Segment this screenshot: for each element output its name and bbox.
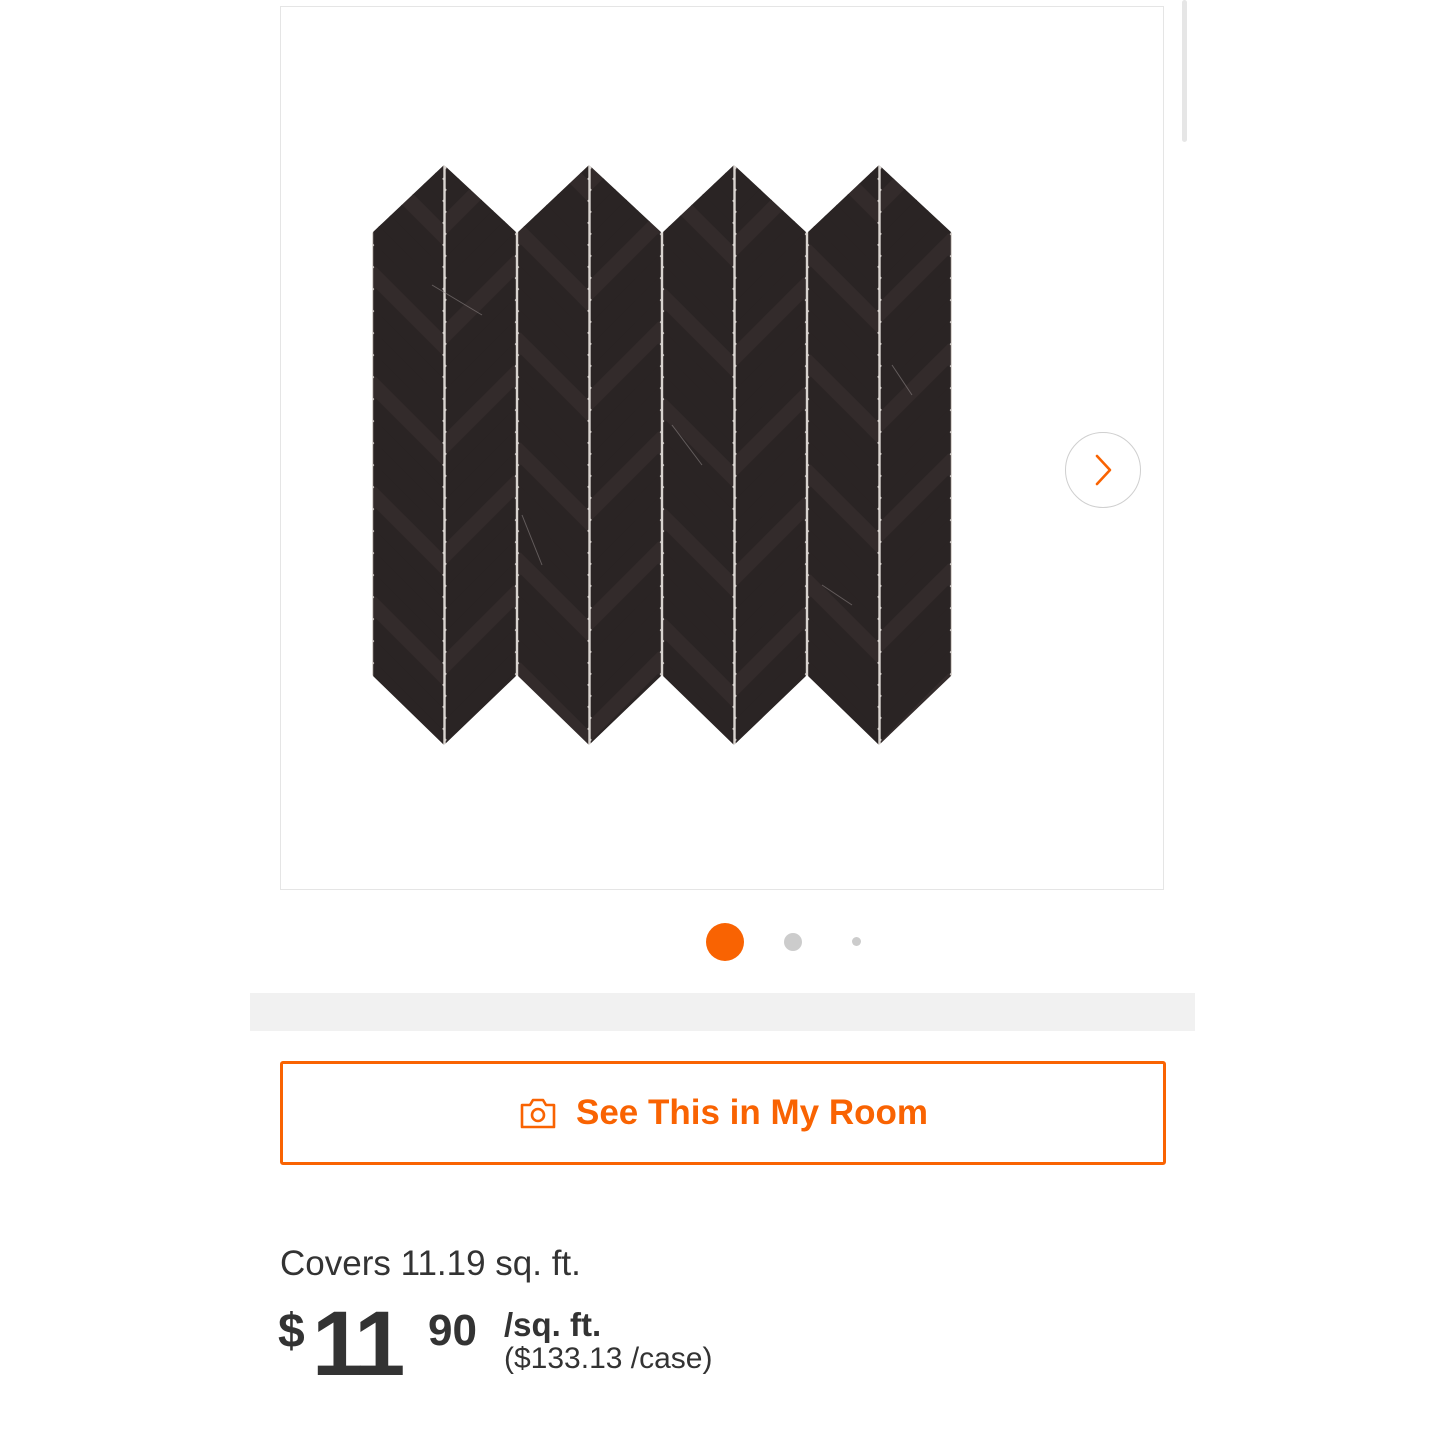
carousel-dot-active[interactable]	[706, 923, 744, 961]
case-price: ($133.13 /case)	[504, 1342, 713, 1375]
price-unit: /sq. ft.	[504, 1306, 602, 1343]
carousel-dot[interactable]	[852, 937, 861, 946]
chevron-right-icon	[1095, 454, 1112, 486]
carousel-dot[interactable]	[784, 933, 802, 951]
see-in-my-room-button[interactable]: See This in My Room	[280, 1061, 1166, 1165]
carousel-pagination	[0, 922, 1445, 962]
product-image-frame	[280, 6, 1164, 890]
page-scrollbar[interactable]	[1182, 0, 1187, 142]
next-image-button[interactable]	[1065, 432, 1141, 508]
see-in-my-room-label: See This in My Room	[576, 1093, 928, 1132]
coverage-text: Covers 11.19 sq. ft.	[280, 1244, 581, 1283]
product-image[interactable]	[369, 155, 1019, 755]
price-block: $ 11 90 /sq. ft. ($133.13 /case)	[278, 1293, 878, 1396]
price-currency: $	[278, 1305, 305, 1358]
section-divider	[250, 993, 1195, 1031]
camera-icon	[520, 1098, 556, 1129]
price-dollars: 11	[312, 1293, 405, 1395]
price-cents: 90	[428, 1306, 477, 1355]
